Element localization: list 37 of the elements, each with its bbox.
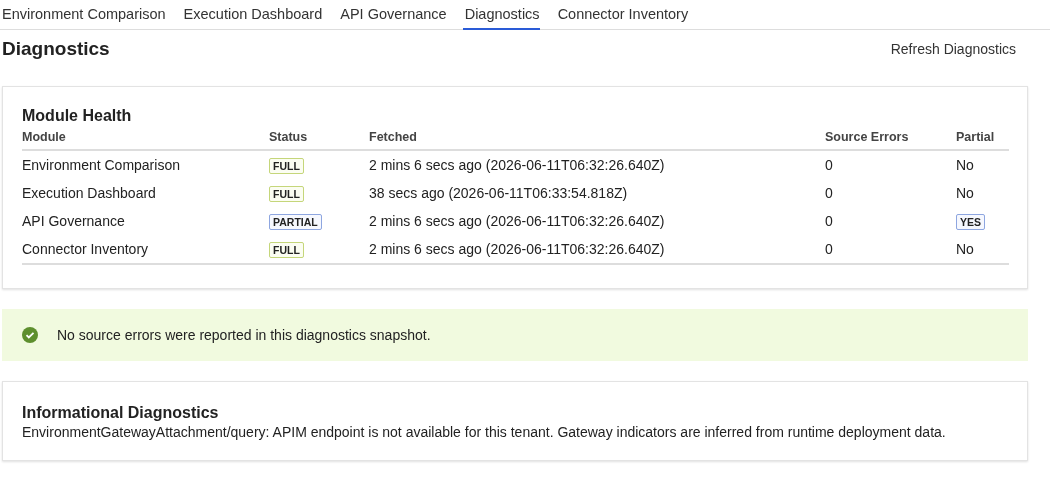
status-badge: PARTIAL bbox=[269, 213, 322, 230]
status-badge: FULL bbox=[269, 185, 304, 202]
column-header: Status bbox=[269, 130, 308, 144]
column-header: Module bbox=[22, 130, 66, 144]
partial-badge: YES bbox=[956, 213, 985, 230]
table-cell: No bbox=[956, 241, 974, 257]
card-title: Module Health bbox=[22, 107, 133, 125]
table-cell: API Governance bbox=[22, 213, 125, 229]
banner-message: No source errors were reported in this diagnostics snapshot. bbox=[57, 327, 431, 343]
refresh-button[interactable]: Refresh Diagnostics bbox=[890, 41, 1016, 57]
column-header: Source Errors bbox=[825, 130, 909, 144]
page-title: Diagnostics bbox=[2, 38, 110, 60]
status-badge: FULL bbox=[269, 241, 304, 258]
table-cell: 2 mins 6 secs ago (2026-06-11T06:32:26.640Z) bbox=[369, 157, 665, 173]
table-cell: Environment Comparison bbox=[22, 157, 180, 173]
info-message: EnvironmentGatewayAttachment/query: APIM endpoint is not available for this tenant. Gateway indicators are inferred from runtime deployment data. bbox=[22, 424, 947, 440]
table-cell: 2 mins 6 secs ago (2026-06-11T06:32:26.640Z) bbox=[369, 213, 665, 229]
tab[interactable]: Execution Dashboard bbox=[181, 0, 323, 30]
column-header: Fetched bbox=[369, 130, 417, 144]
table-cell: No bbox=[956, 157, 974, 173]
table-cell: Connector Inventory bbox=[22, 241, 149, 257]
check-circle-icon bbox=[22, 327, 38, 343]
card-title: Informational Diagnostics bbox=[22, 404, 220, 422]
table-cell: Execution Dashboard bbox=[22, 185, 156, 201]
table-cell: 0 bbox=[825, 213, 833, 229]
column-header: Partial bbox=[956, 130, 995, 144]
table-cell: 0 bbox=[825, 241, 833, 257]
table-cell: 0 bbox=[825, 157, 833, 173]
table-cell: 0 bbox=[825, 185, 833, 201]
tab[interactable]: Environment Comparison bbox=[0, 0, 166, 30]
status-badge: FULL bbox=[269, 157, 304, 174]
tab[interactable]: Diagnostics bbox=[462, 0, 540, 30]
tab[interactable]: Connector Inventory bbox=[555, 0, 689, 30]
table-cell: No bbox=[956, 185, 974, 201]
tab[interactable]: API Governance bbox=[338, 0, 447, 30]
table-cell: 2 mins 6 secs ago (2026-06-11T06:32:26.640Z) bbox=[369, 241, 665, 257]
table-cell: 38 secs ago (2026-06-11T06:33:54.818Z) bbox=[369, 185, 628, 201]
